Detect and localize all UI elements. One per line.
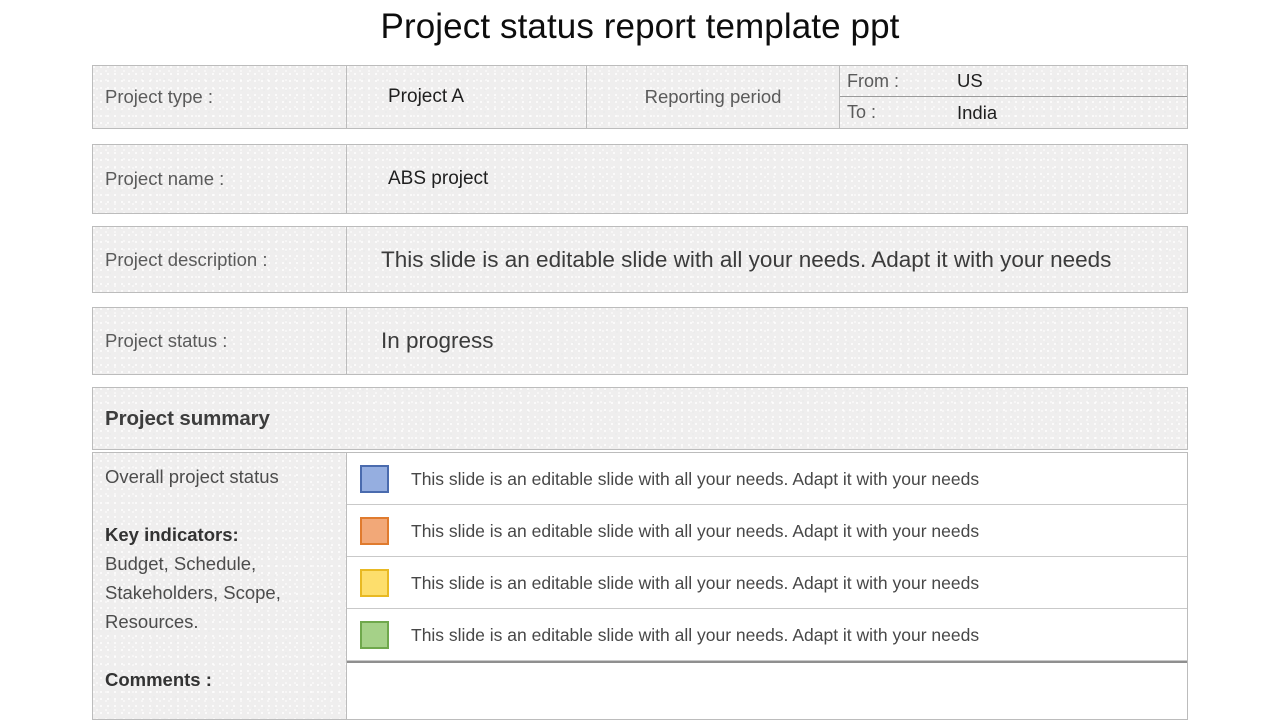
reporting-period-to-label: To : <box>847 102 877 122</box>
reporting-period-from-label: From : <box>847 70 899 91</box>
key-indicators-line-3: Resources. <box>105 611 199 632</box>
reporting-period-value-cell: From : US To : India <box>839 65 1188 129</box>
page-title: Project status report template ppt <box>380 7 900 46</box>
project-type-label-cell: Project type : <box>92 65 347 129</box>
reporting-period-label: Reporting period <box>644 86 782 107</box>
list-item[interactable]: This slide is an editable slide with all… <box>347 453 1187 505</box>
project-status-value: In progress <box>381 328 494 353</box>
left-cell-spacer-1 <box>105 491 336 520</box>
slide-canvas: Project status report template ppt Proje… <box>0 0 1280 720</box>
status-row-text: This slide is an editable slide with all… <box>411 520 980 541</box>
project-type-value: Project A <box>388 86 465 107</box>
key-indicators-label: Key indicators: <box>105 524 239 545</box>
status-swatch-orange-icon <box>360 516 389 545</box>
project-type-row: Project type : Project A Reporting perio… <box>92 65 1188 129</box>
project-summary-header-cell: Project summary <box>92 387 1188 450</box>
reporting-period-to-row[interactable]: To : India <box>840 97 1187 128</box>
reporting-period-to-value: India <box>957 101 998 123</box>
project-summary-status-list: This slide is an editable slide with all… <box>346 452 1188 720</box>
list-item[interactable]: This slide is an editable slide with all… <box>347 609 1187 661</box>
project-summary-body: Overall project status Key indicators: B… <box>92 452 1188 720</box>
project-status-label-cell: Project status : <box>92 307 347 375</box>
reporting-period-from-row[interactable]: From : US <box>840 66 1187 97</box>
project-summary-header: Project summary <box>105 406 270 430</box>
project-description-label-cell: Project description : <box>92 226 347 293</box>
project-description-row: Project description : This slide is an e… <box>92 226 1188 293</box>
project-summary-left-cell: Overall project status Key indicators: B… <box>92 452 347 720</box>
project-description-value-cell[interactable]: This slide is an editable slide with all… <box>346 226 1188 293</box>
comments-value-cell[interactable] <box>347 661 1187 715</box>
project-description-value: This slide is an editable slide with all… <box>381 246 1112 272</box>
project-name-row: Project name : ABS project <box>92 144 1188 214</box>
left-cell-spacer-2 <box>105 636 336 665</box>
project-type-value-cell[interactable]: Project A <box>346 65 587 129</box>
key-indicators-line-2: Stakeholders, Scope, <box>105 582 281 603</box>
project-type-label: Project type : <box>105 86 213 107</box>
status-swatch-yellow-icon <box>360 568 389 597</box>
reporting-period-from-value: US <box>957 70 983 91</box>
project-status-row: Project status : In progress <box>92 307 1188 375</box>
list-item[interactable]: This slide is an editable slide with all… <box>347 505 1187 557</box>
project-name-label-cell: Project name : <box>92 144 347 214</box>
project-name-label: Project name : <box>105 168 225 189</box>
status-swatch-green-icon <box>360 620 389 649</box>
status-swatch-blue-icon <box>360 464 389 493</box>
overall-project-status-label: Overall project status <box>105 466 279 487</box>
project-name-value-cell[interactable]: ABS project <box>346 144 1188 214</box>
key-indicators-line-1: Budget, Schedule, <box>105 553 257 574</box>
project-description-label: Project description : <box>105 248 268 270</box>
status-row-text: This slide is an editable slide with all… <box>411 572 980 593</box>
project-status-label: Project status : <box>105 330 228 351</box>
reporting-period-label-cell: Reporting period <box>586 65 840 129</box>
comments-label: Comments : <box>105 669 212 690</box>
project-name-value: ABS project <box>388 168 489 189</box>
status-row-text: This slide is an editable slide with all… <box>411 624 980 645</box>
project-status-value-cell[interactable]: In progress <box>346 307 1188 375</box>
list-item[interactable]: This slide is an editable slide with all… <box>347 557 1187 609</box>
status-row-text: This slide is an editable slide with all… <box>411 468 980 489</box>
